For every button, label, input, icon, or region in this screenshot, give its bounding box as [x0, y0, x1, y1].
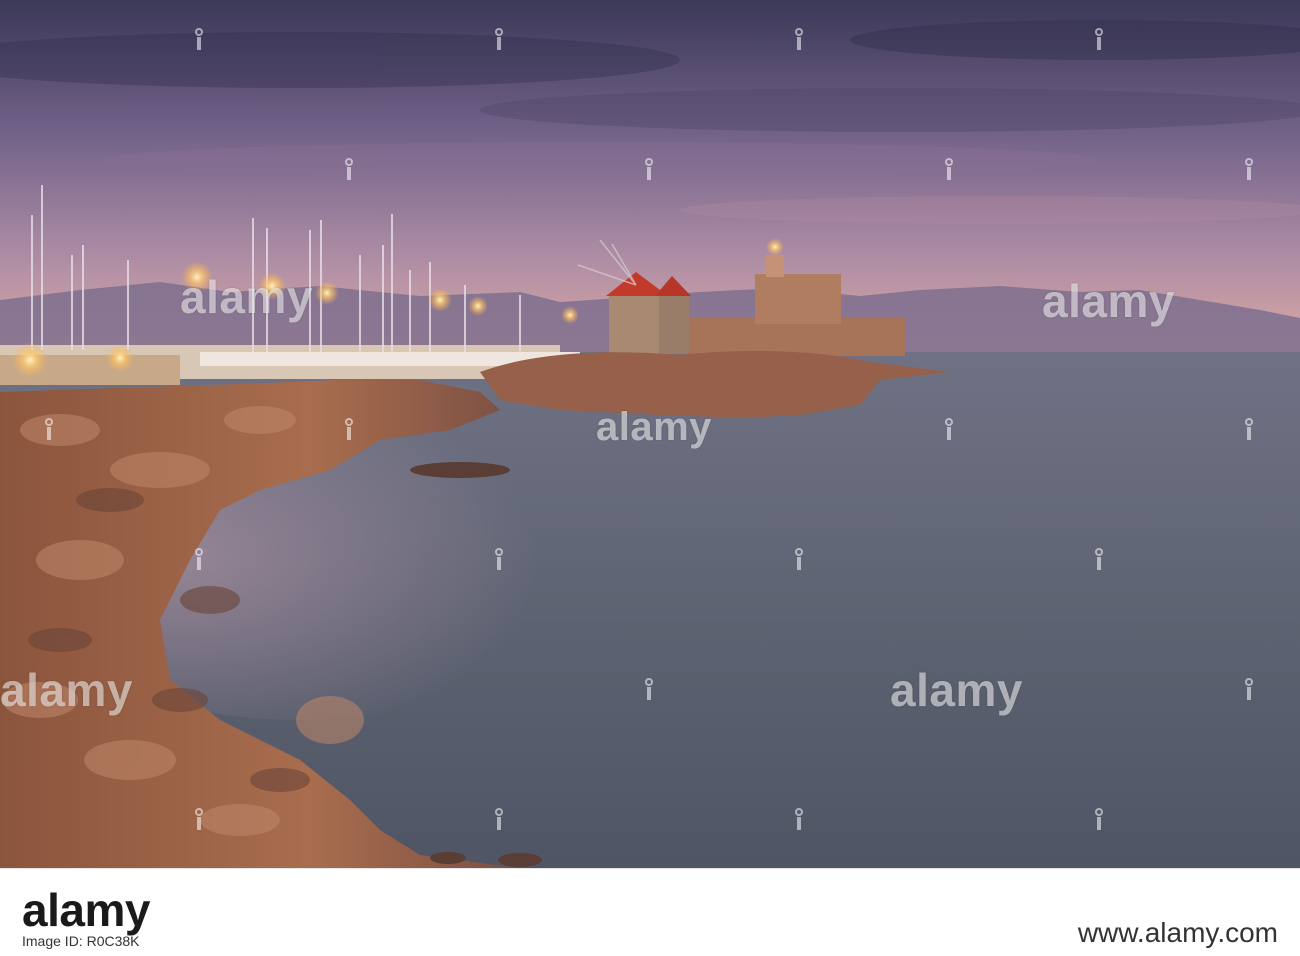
harbor-photo: alamy alamy alamy alamy alamy	[0, 0, 1300, 868]
footer-bar: alamy Image ID: R0C38K www.alamy.com	[0, 868, 1300, 956]
harbor-scene	[0, 0, 1300, 868]
site-url-link[interactable]: www.alamy.com	[1078, 917, 1278, 949]
image-id-label: Image ID: R0C38K	[22, 933, 140, 949]
alamy-logo[interactable]: alamy	[22, 887, 150, 933]
stock-photo-page: alamy alamy alamy alamy alamy alamy Imag…	[0, 0, 1300, 956]
